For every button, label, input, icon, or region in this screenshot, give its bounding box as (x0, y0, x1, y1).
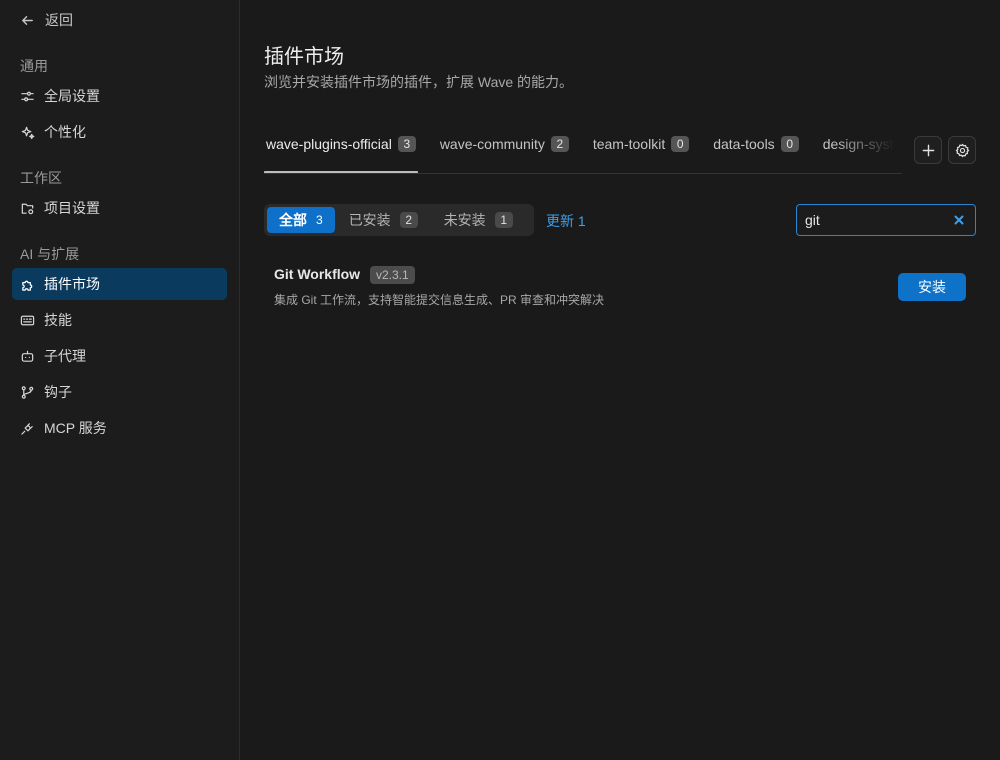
tab-label: wave-community (439, 136, 545, 152)
sidebar-item-hooks[interactable]: 钩子 (12, 376, 227, 408)
tab-wave-community[interactable]: wave-community 2 (438, 114, 571, 173)
install-filter-group: 全部 3 已安装 2 未安装 1 (264, 204, 534, 236)
page-subtitle: 浏览并安装插件市场的插件，扩展 Wave 的能力。 (264, 74, 574, 90)
back-label: 返回 (45, 12, 73, 28)
folder-settings-icon (21, 203, 34, 214)
filter-count: 1 (494, 212, 513, 228)
tab-label: team-toolkit (592, 136, 666, 152)
tab-count: 3 (397, 136, 416, 152)
sliders-icon (21, 91, 34, 101)
sidebar: 返回 通用 全局设置 个性化 工作区 项目设置 AI 与扩展 插件市场 技能 子… (0, 0, 240, 760)
puzzle-icon (22, 280, 33, 291)
sidebar-item-label: 项目设置 (44, 200, 100, 216)
sparkles-icon (21, 126, 35, 139)
marketplace-tabs: wave-plugins-official 3 wave-community 2… (264, 114, 902, 174)
sidebar-item-plugin-market[interactable]: 插件市场 (12, 268, 227, 300)
marketplace-settings-button[interactable] (948, 136, 976, 164)
filter-installed[interactable]: 已安装 2 (337, 207, 430, 233)
install-button[interactable]: 安装 (898, 273, 966, 301)
bot-icon (21, 350, 34, 362)
page-title: 插件市场 (264, 46, 344, 68)
sidebar-item-label: 插件市场 (44, 276, 100, 292)
back-button[interactable]: 返回 (20, 10, 73, 30)
sidebar-item-mcp-services[interactable]: MCP 服务 (12, 412, 227, 444)
tab-label: data-tools (713, 136, 775, 152)
add-marketplace-button[interactable] (914, 136, 942, 164)
filter-count: 2 (399, 212, 418, 228)
section-title-general: 通用 (20, 58, 48, 74)
plugin-card: Git Workflow v2.3.1 集成 Git 工作流，支持智能提交信息生… (274, 262, 966, 312)
plugin-name: Git Workflow (274, 266, 361, 282)
main-panel: 插件市场 浏览并安装插件市场的插件，扩展 Wave 的能力。 wave-plug… (240, 0, 1000, 760)
filter-label: 已安装 (348, 212, 391, 228)
tab-wave-plugins-official[interactable]: wave-plugins-official 3 (264, 114, 418, 173)
filter-not-installed[interactable]: 未安装 1 (432, 207, 525, 233)
filter-all[interactable]: 全部 3 (267, 207, 335, 233)
plugin-version-badge: v2.3.1 (370, 266, 415, 284)
filter-label: 未安装 (443, 212, 486, 228)
search-input[interactable] (797, 205, 947, 235)
sidebar-item-personalization[interactable]: 个性化 (12, 116, 227, 148)
sidebar-item-subagents[interactable]: 子代理 (12, 340, 227, 372)
tab-data-tools[interactable]: data-tools 0 (711, 114, 800, 173)
git-branch-icon (21, 385, 34, 399)
tab-count: 2 (550, 136, 569, 152)
search-box (796, 204, 976, 236)
sidebar-item-label: 子代理 (44, 348, 86, 364)
updates-link[interactable]: 更新 1 (546, 211, 586, 231)
gear-icon (955, 143, 969, 157)
filter-label: 全部 (279, 212, 307, 228)
plug-icon (21, 422, 33, 435)
plus-icon (922, 144, 934, 156)
sidebar-item-label: MCP 服务 (44, 420, 107, 436)
tab-team-toolkit[interactable]: team-toolkit 0 (591, 114, 691, 173)
tab-count: 0 (780, 136, 799, 152)
plugin-description: 集成 Git 工作流，支持智能提交信息生成、PR 审查和冲突解决 (274, 293, 605, 307)
tabs-fade-overlay (832, 114, 902, 172)
sidebar-item-skills[interactable]: 技能 (12, 304, 227, 336)
sidebar-item-global-settings[interactable]: 全局设置 (12, 80, 227, 112)
section-title-workspace: 工作区 (20, 170, 62, 186)
clear-search-icon[interactable] (951, 212, 967, 228)
arrow-left-icon (22, 15, 33, 25)
sidebar-item-label: 个性化 (44, 124, 86, 140)
sidebar-item-label: 全局设置 (44, 88, 100, 104)
tab-label: wave-plugins-official (266, 136, 392, 152)
keyboard-icon (20, 315, 35, 325)
sidebar-item-label: 技能 (44, 312, 72, 328)
filter-count: 3 (316, 213, 323, 227)
sidebar-item-label: 钩子 (44, 384, 72, 400)
sidebar-item-project-settings[interactable]: 项目设置 (12, 192, 227, 224)
tab-count: 0 (671, 136, 690, 152)
section-title-ai-extensions: AI 与扩展 (20, 246, 80, 262)
